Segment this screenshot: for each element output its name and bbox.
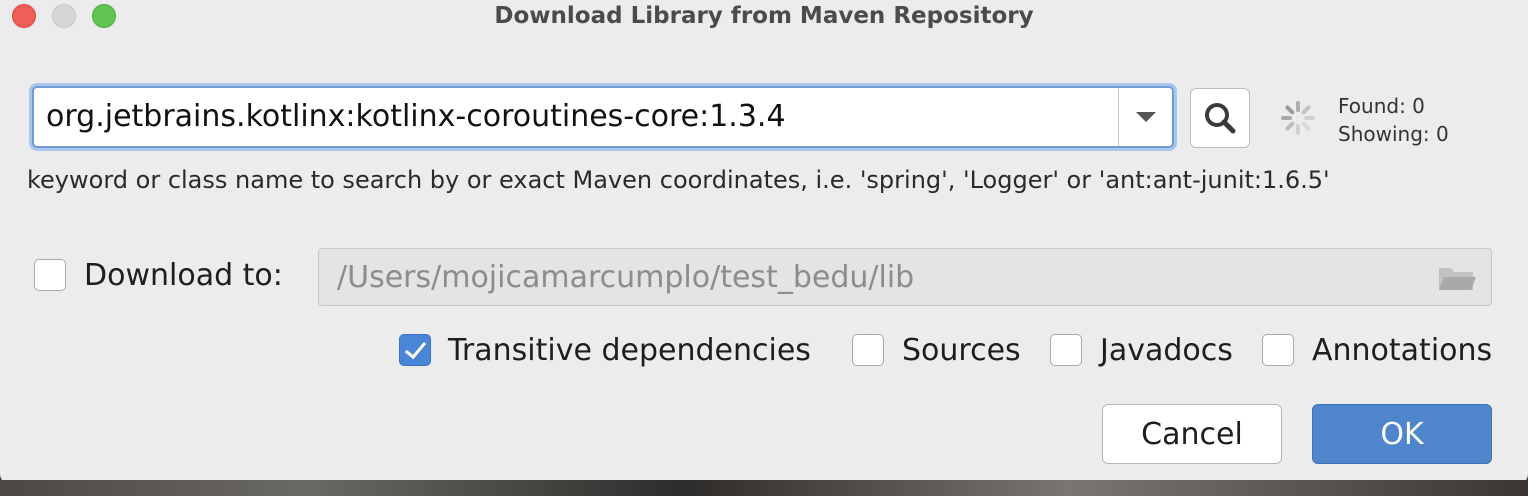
dialog-title: Download Library from Maven Repository xyxy=(494,3,1034,29)
sources-checkbox[interactable] xyxy=(852,334,884,366)
annotations-label[interactable]: Annotations xyxy=(1312,333,1492,369)
found-count: Found: 0 xyxy=(1338,94,1425,118)
search-combobox[interactable]: org.jetbrains.kotlinx:kotlinx-coroutines… xyxy=(32,86,1174,148)
annotations-checkbox[interactable] xyxy=(1262,334,1294,366)
chevron-down-icon[interactable] xyxy=(1119,88,1172,146)
transitive-dependencies-checkbox[interactable] xyxy=(399,334,431,366)
results-stats: Found: 0 Showing: 0 xyxy=(1338,92,1449,148)
search-hint: keyword or class name to search by or ex… xyxy=(27,166,1330,194)
desktop-background xyxy=(0,480,1528,496)
javadocs-checkbox[interactable] xyxy=(1050,334,1082,366)
folder-icon xyxy=(1439,268,1476,290)
title-bar: Download Library from Maven Repository xyxy=(0,0,1528,32)
search-button[interactable] xyxy=(1190,88,1250,148)
download-path-field: /Users/mojicamarcumplo/test_bedu/lib xyxy=(318,248,1492,306)
sources-label[interactable]: Sources xyxy=(902,333,1021,369)
cancel-button[interactable]: Cancel xyxy=(1102,404,1282,464)
download-path-value: /Users/mojicamarcumplo/test_bedu/lib xyxy=(337,260,915,295)
magnifier-icon xyxy=(1205,103,1236,134)
download-to-label[interactable]: Download to: xyxy=(84,258,283,294)
download-to-checkbox[interactable] xyxy=(34,259,66,291)
ok-button[interactable]: OK xyxy=(1312,404,1492,464)
search-input[interactable]: org.jetbrains.kotlinx:kotlinx-coroutines… xyxy=(46,88,786,146)
spinner-icon xyxy=(1281,101,1315,135)
maven-download-dialog: Download Library from Maven Repository o… xyxy=(0,0,1528,484)
showing-count: Showing: 0 xyxy=(1338,122,1449,146)
javadocs-label[interactable]: Javadocs xyxy=(1100,333,1233,369)
transitive-dependencies-label[interactable]: Transitive dependencies xyxy=(448,333,811,369)
